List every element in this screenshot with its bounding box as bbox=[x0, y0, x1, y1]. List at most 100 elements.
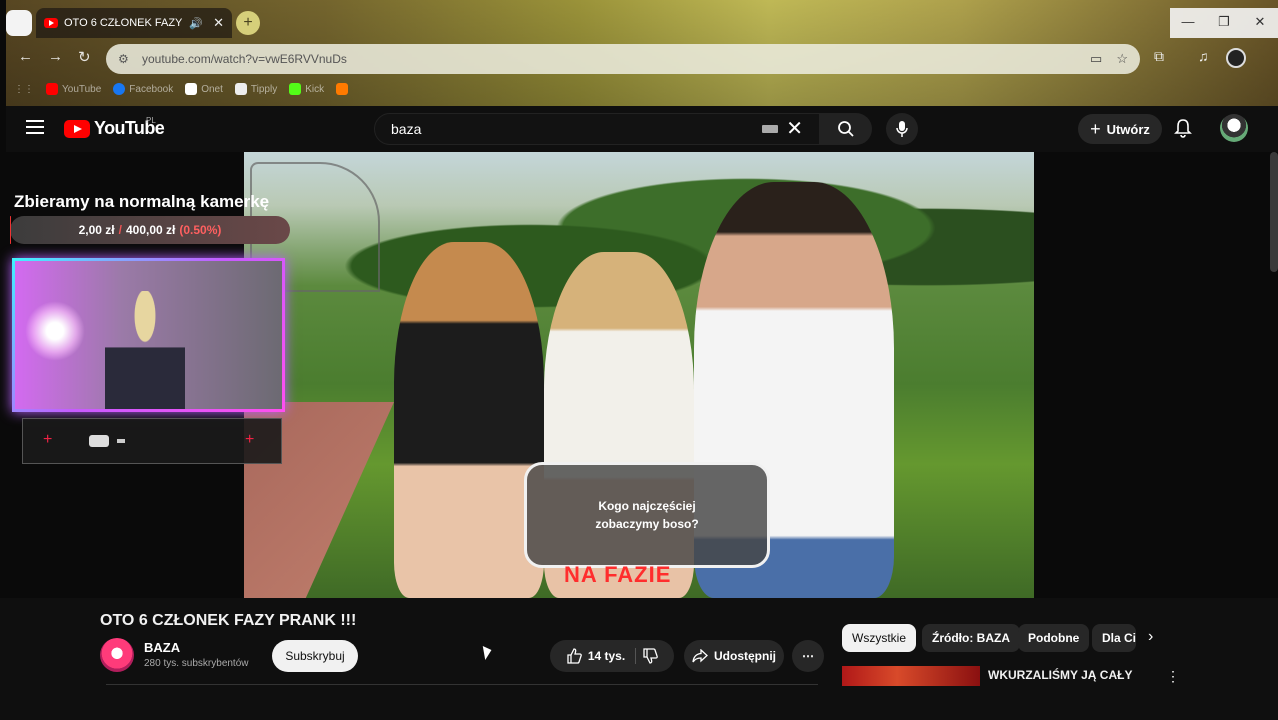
tab-close-icon[interactable]: ✕ bbox=[213, 15, 224, 31]
microphone-icon bbox=[896, 121, 908, 137]
back-icon[interactable]: ← bbox=[18, 48, 33, 65]
create-label: Utwórz bbox=[1106, 121, 1150, 137]
donation-goal-bar: 2,00 zł / 400,00 zł (0.50%) bbox=[10, 216, 290, 244]
restore-button[interactable]: ❐ bbox=[1206, 8, 1242, 38]
like-count: 14 tys. bbox=[587, 649, 626, 663]
search-input[interactable]: baza ✕ bbox=[374, 113, 820, 145]
site-info-icon[interactable]: ⚙ bbox=[118, 52, 136, 66]
bookmarks-bar: ⋮⋮ YouTube Facebook Onet Tipply Kick bbox=[14, 80, 352, 98]
bookmark-item[interactable]: Tipply bbox=[234, 83, 277, 95]
divider bbox=[106, 684, 818, 685]
close-window-button[interactable]: ✕ bbox=[1242, 8, 1278, 38]
minimize-button[interactable]: — bbox=[1170, 8, 1206, 38]
video-person-left bbox=[394, 242, 544, 598]
new-tab-button[interactable]: + bbox=[236, 11, 260, 35]
youtube-play-icon bbox=[64, 119, 90, 138]
more-actions-button[interactable]: ⋯ bbox=[792, 640, 824, 672]
channel-name[interactable]: BAZA bbox=[144, 640, 180, 655]
media-icon[interactable]: ♫ bbox=[1198, 48, 1209, 64]
share-label: Udostępnij bbox=[714, 649, 776, 663]
tipply-icon bbox=[234, 83, 247, 95]
browser-logo[interactable] bbox=[6, 10, 32, 36]
voice-search-button[interactable] bbox=[886, 113, 918, 145]
bookmark-star-icon[interactable]: ☆ bbox=[1116, 51, 1128, 67]
country-code: PL bbox=[146, 116, 156, 125]
video-caption-box: Kogo najczęściej zobaczymy boso? bbox=[524, 462, 770, 568]
reload-icon[interactable]: ↻ bbox=[78, 48, 91, 66]
kick-icon bbox=[289, 83, 302, 95]
recommended-title[interactable]: WKURZALIŚMY JĄ CAŁY bbox=[988, 668, 1132, 682]
bookmark-item[interactable]: Kick bbox=[289, 83, 324, 95]
onet-icon bbox=[185, 83, 198, 95]
youtube-icon bbox=[46, 83, 58, 95]
tab-title: OTO 6 CZŁONEK FAZY PRANK !!! bbox=[64, 17, 183, 29]
create-button[interactable]: + Utwórz bbox=[1078, 114, 1162, 144]
plus-icon: + bbox=[245, 431, 255, 448]
youtube-header: YouTube PL baza ✕ + Utwórz bbox=[6, 106, 1278, 152]
subscriber-count: 280 tys. subskrybentów bbox=[144, 658, 249, 669]
notifications-bell-icon[interactable] bbox=[1174, 118, 1192, 138]
goal-current: 2,00 zł bbox=[78, 223, 115, 237]
webcam-light bbox=[25, 301, 85, 361]
overlay-center-icon bbox=[89, 435, 109, 447]
overlay-controls-box: + + bbox=[22, 418, 282, 464]
video-caption: Kogo najczęściej zobaczymy boso? bbox=[595, 499, 699, 531]
search-button[interactable] bbox=[820, 113, 872, 145]
extensions-icon[interactable]: ⧉ bbox=[1154, 48, 1164, 65]
clear-search-icon[interactable]: ✕ bbox=[786, 119, 803, 139]
keyboard-icon[interactable] bbox=[762, 125, 779, 133]
like-button[interactable]: 14 tys. bbox=[566, 648, 637, 664]
recommended-menu-icon[interactable]: ⋮ bbox=[1166, 668, 1180, 685]
chip-all[interactable]: Wszystkie bbox=[842, 624, 916, 652]
apps-icon[interactable]: ⋮⋮ bbox=[14, 84, 34, 95]
more-icon: ⋯ bbox=[802, 649, 814, 663]
speaker-icon[interactable]: 🔊 bbox=[189, 17, 203, 30]
search-icon bbox=[838, 121, 854, 137]
url-text: youtube.com/watch?v=vwE6RVVnuDs bbox=[142, 52, 347, 66]
browser-tab[interactable]: OTO 6 CZŁONEK FAZY PRANK !!! 🔊 ✕ bbox=[36, 8, 232, 38]
youtube-logo[interactable]: YouTube PL bbox=[64, 116, 165, 139]
donation-goal-fill bbox=[10, 216, 12, 244]
share-button[interactable]: Udostępnij bbox=[684, 640, 784, 672]
webcam-overlay bbox=[12, 258, 285, 412]
thumbs-up-icon bbox=[567, 648, 582, 664]
bookmark-item[interactable] bbox=[336, 83, 352, 95]
bookmark-icon bbox=[336, 83, 349, 95]
bookmark-item[interactable]: Facebook bbox=[113, 83, 173, 95]
webcam-person bbox=[105, 291, 185, 409]
bookmark-item[interactable]: Onet bbox=[185, 83, 223, 95]
like-dislike-group: 14 tys. bbox=[550, 640, 674, 672]
chevron-right-icon[interactable]: › bbox=[1148, 628, 1153, 646]
address-bar[interactable]: ⚙ youtube.com/watch?v=vwE6RVVnuDs ▭ ☆ bbox=[106, 44, 1140, 74]
video-brand-text: NA FAZIE bbox=[564, 562, 672, 587]
subscribe-button[interactable]: Subskrybuj bbox=[272, 640, 358, 672]
youtube-favicon bbox=[44, 18, 58, 28]
chip-related[interactable]: Podobne bbox=[1018, 624, 1090, 652]
forward-icon[interactable]: → bbox=[48, 48, 63, 65]
video-details: OTO 6 CZŁONEK FAZY PRANK !!! BAZA 280 ty… bbox=[0, 598, 1278, 720]
mouse-cursor bbox=[482, 646, 494, 660]
account-avatar[interactable] bbox=[1220, 114, 1248, 142]
chip-for-you[interactable]: Dla Ciebie bbox=[1092, 624, 1136, 652]
bookmark-item[interactable]: YouTube bbox=[46, 83, 101, 95]
screen: OTO 6 CZŁONEK FAZY PRANK !!! 🔊 ✕ + — ❐ ✕… bbox=[0, 0, 1278, 720]
overlay-dash-icon bbox=[117, 439, 125, 443]
menu-icon[interactable] bbox=[26, 120, 44, 134]
recommended-thumbnail[interactable] bbox=[842, 666, 980, 686]
video-title: OTO 6 CZŁONEK FAZY PRANK !!! bbox=[100, 612, 357, 629]
facebook-icon bbox=[113, 83, 126, 95]
thumbs-down-icon[interactable] bbox=[642, 648, 659, 664]
search-query: baza bbox=[391, 121, 422, 137]
page-scrollbar[interactable] bbox=[1270, 152, 1278, 272]
plus-icon: + bbox=[1090, 118, 1101, 139]
video-player[interactable]: Kogo najczęściej zobaczymy boso? NA FAZI… bbox=[244, 152, 1034, 598]
goal-percent: (0.50%) bbox=[179, 223, 222, 237]
channel-avatar[interactable] bbox=[100, 638, 134, 672]
profile-avatar[interactable] bbox=[1226, 48, 1246, 68]
cast-icon[interactable]: ▭ bbox=[1090, 51, 1102, 67]
goal-separator: / bbox=[118, 223, 122, 237]
chip-source[interactable]: Źródło: BAZA bbox=[922, 624, 1020, 652]
goal-target: 400,00 zł bbox=[125, 223, 176, 237]
share-icon bbox=[692, 649, 708, 663]
plus-icon: + bbox=[43, 431, 53, 448]
